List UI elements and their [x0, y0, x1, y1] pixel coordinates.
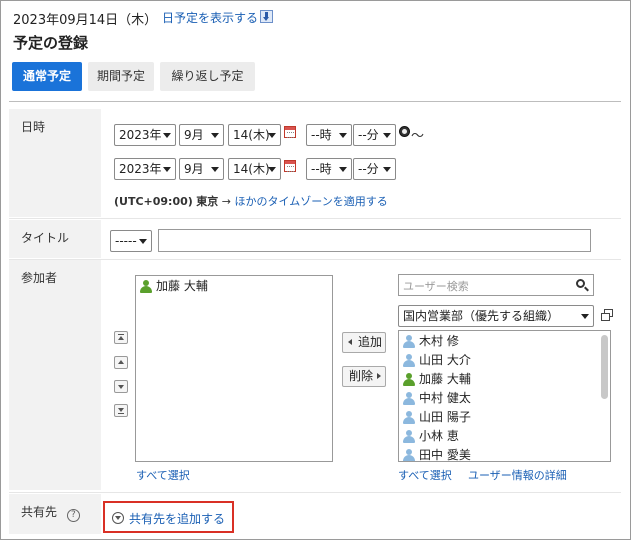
calendar-icon[interactable] [284, 126, 296, 138]
timezone-icon[interactable] [399, 126, 410, 137]
user-icon [403, 373, 415, 386]
user-icon [403, 392, 415, 405]
add-button[interactable]: 追加 [342, 332, 386, 353]
search-placeholder: ユーザー検索 [403, 280, 469, 293]
select-all-selected-link[interactable]: すべて選択 [136, 467, 190, 483]
row-divider [9, 259, 621, 260]
end-hour-select[interactable]: --時 [306, 158, 352, 180]
tab-repeat[interactable]: 繰り返し予定 [160, 62, 255, 91]
download-icon[interactable] [260, 10, 273, 23]
share-label: 共有先 [21, 505, 58, 519]
row-divider [9, 218, 621, 219]
show-day-schedule-link[interactable]: 日予定を表示する [162, 9, 258, 26]
list-item[interactable]: 加藤 大輔 [136, 277, 332, 296]
candidate-name: 加藤 大輔 [419, 372, 471, 386]
share-label-cell: 共有先 ? [9, 494, 101, 534]
organization-select[interactable]: 国内営業部（優先する組織） [398, 305, 594, 327]
arrow-icon: → [221, 195, 232, 208]
remove-button-label: 削除 [349, 369, 374, 383]
start-minute-select[interactable]: --分 [353, 124, 396, 146]
user-icon [140, 280, 152, 293]
page-title: 予定の登録 [13, 34, 89, 52]
user-icon [403, 335, 415, 348]
title-menu-select[interactable]: ----- [110, 230, 152, 252]
list-item[interactable]: 木村 修 [399, 332, 610, 351]
title-input[interactable] [158, 229, 591, 252]
start-month-select[interactable]: 9月 [179, 124, 224, 146]
selected-participants-list[interactable]: 加藤 大輔 [135, 275, 333, 462]
form-top-border [9, 101, 621, 102]
popup-window-icon[interactable] [601, 309, 614, 322]
user-icon [403, 354, 415, 367]
expand-circle-icon [112, 512, 124, 524]
candidate-name: 中村 健太 [419, 391, 471, 405]
candidate-name: 山田 大介 [419, 353, 471, 367]
list-item[interactable]: 田中 愛美 [399, 446, 610, 462]
timezone-city: 東京 [196, 195, 219, 208]
participant-name: 加藤 大輔 [156, 279, 208, 293]
participants-label: 参加者 [9, 260, 101, 490]
tab-regular[interactable]: 通常予定 [12, 62, 82, 91]
calendar-icon[interactable] [284, 160, 296, 172]
end-minute-select[interactable]: --分 [353, 158, 396, 180]
user-details-link[interactable]: ユーザー情報の詳細 [468, 467, 567, 483]
candidate-name: 小林 恵 [419, 429, 459, 443]
candidate-name: 山田 陽子 [419, 410, 471, 424]
row-divider [9, 492, 621, 493]
remove-button[interactable]: 削除 [342, 366, 386, 387]
title-label: タイトル [9, 220, 101, 258]
scrollbar[interactable] [601, 333, 608, 459]
add-button-label: 追加 [358, 335, 383, 349]
move-bottom-button[interactable] [114, 404, 128, 417]
candidate-name: 木村 修 [419, 334, 459, 348]
list-item[interactable]: 山田 大介 [399, 351, 610, 370]
list-item[interactable]: 山田 陽子 [399, 408, 610, 427]
user-icon [403, 411, 415, 424]
end-year-select[interactable]: 2023年 [114, 158, 176, 180]
user-icon [403, 449, 415, 461]
end-day-select[interactable]: 14(木) [228, 158, 281, 180]
apply-timezone-link[interactable]: ほかのタイムゾーンを適用する [235, 195, 388, 208]
schedule-form-window: 2023年09月14日（木） 日予定を表示する 予定の登録 通常予定 期間予定 … [0, 0, 631, 540]
add-share-link[interactable]: 共有先を追加する [129, 510, 225, 527]
timezone-offset: (UTC+09:00) [114, 195, 193, 208]
start-hour-select[interactable]: --時 [306, 124, 352, 146]
list-item[interactable]: 加藤 大輔 [399, 370, 610, 389]
start-year-select[interactable]: 2023年 [114, 124, 176, 146]
tab-period[interactable]: 期間予定 [88, 62, 154, 91]
date-heading: 2023年09月14日（木） [13, 13, 158, 28]
search-icon[interactable] [575, 278, 589, 292]
candidate-users-list[interactable]: 木村 修山田 大介加藤 大輔中村 健太山田 陽子小林 恵田中 愛美 [398, 330, 611, 462]
user-search-input[interactable]: ユーザー検索 [398, 274, 594, 296]
add-share-highlight[interactable]: 共有先を追加する [103, 501, 234, 533]
select-all-candidates-link[interactable]: すべて選択 [398, 467, 452, 483]
start-day-select[interactable]: 14(木) [228, 124, 281, 146]
move-up-button[interactable] [114, 356, 128, 369]
range-tilde: ～ [411, 129, 425, 144]
help-icon[interactable]: ? [66, 509, 80, 522]
move-top-button[interactable] [114, 331, 128, 344]
list-item[interactable]: 小林 恵 [399, 427, 610, 446]
candidate-name: 田中 愛美 [419, 448, 471, 462]
datetime-label: 日時 [9, 109, 101, 217]
list-item[interactable]: 中村 健太 [399, 389, 610, 408]
move-down-button[interactable] [114, 380, 128, 393]
end-month-select[interactable]: 9月 [179, 158, 224, 180]
user-icon [403, 430, 415, 443]
timezone-line: (UTC+09:00) 東京 → ほかのタイムゾーンを適用する [114, 193, 388, 209]
